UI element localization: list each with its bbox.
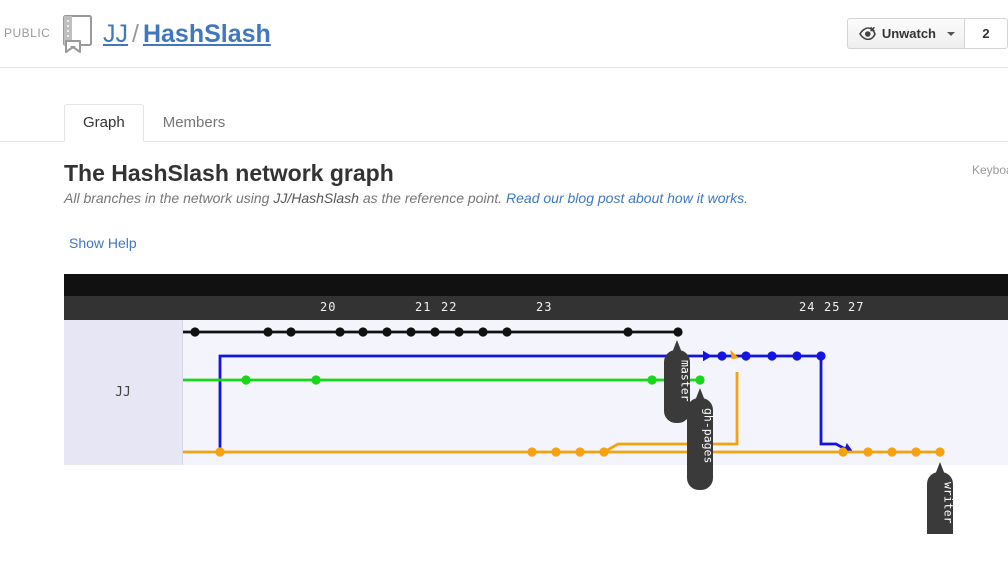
repo-header: PUBLIC JJ / HashSlash Unwatch 2 [0,0,1008,68]
commit-dot-black[interactable] [478,327,488,337]
branch-label-text: writer [942,482,956,524]
network-graph-page: PUBLIC JJ / HashSlash Unwatch 2 Graph Me… [0,0,1008,582]
commit-dot-black[interactable] [673,327,683,337]
commit-dot-black[interactable] [335,327,345,337]
commit-dot-black[interactable] [190,327,200,337]
commit-dot-blue[interactable] [767,351,777,361]
commit-dot-black[interactable] [430,327,440,337]
page-title: The HashSlash network graph [64,160,394,186]
page-subtitle: All branches in the network using JJ/Has… [64,190,748,206]
unwatch-label: Unwatch [881,26,936,41]
branch-label-gh-pages[interactable]: gh-pages [687,388,716,490]
commit-dot-orange[interactable] [887,447,897,457]
commit-dot-blue[interactable] [741,351,751,361]
repo-name-link[interactable]: HashSlash [143,20,271,48]
subtitle-mid: as the reference point. [358,190,507,206]
commit-dot-blue[interactable] [717,351,727,361]
commit-dot-blue[interactable] [792,351,802,361]
blog-post-link[interactable]: Read our blog post about how it works [506,190,744,206]
visibility-badge: PUBLIC [4,26,51,40]
tab-members[interactable]: Members [144,104,245,142]
commit-dot-orange[interactable] [599,447,609,457]
commit-dot-black[interactable] [358,327,368,337]
eye-unwatch-icon [858,27,876,40]
graph-canvas[interactable]: master gh-pages writer [64,274,1008,534]
commit-dot-orange[interactable] [863,447,873,457]
commit-dot-green[interactable] [241,375,251,385]
commit-dot-green[interactable] [647,375,657,385]
watch-count[interactable]: 2 [964,18,1008,49]
tab-bar: Graph Members [0,103,1008,142]
subtitle-repo: JJ/HashSlash [273,190,359,206]
tab-graph[interactable]: Graph [64,104,144,142]
commit-dot-black[interactable] [406,327,416,337]
commit-dot-orange[interactable] [935,447,945,457]
repo-owner-link[interactable]: JJ [103,20,128,48]
commit-dot-blue[interactable] [816,351,826,361]
branch-label-writer[interactable]: writer [927,462,956,534]
chevron-down-icon [947,31,955,36]
orange-branch-arrowhead [730,349,739,360]
repo-book-icon [63,15,92,53]
blue-merge-arrow [703,350,712,362]
commit-dot-black[interactable] [263,327,273,337]
commit-dot-black[interactable] [286,327,296,337]
commit-dot-green[interactable] [311,375,321,385]
commit-dot-orange[interactable] [527,447,537,457]
commit-dot-orange[interactable] [575,447,585,457]
commit-dot-orange[interactable] [838,447,848,457]
breadcrumb-separator: / [132,20,139,48]
watch-button-group: Unwatch 2 [846,18,1008,49]
commit-dot-black[interactable] [623,327,633,337]
commit-dot-orange[interactable] [911,447,921,457]
keyboard-shortcuts-hint[interactable]: Keyboard shortcuts [972,163,1008,177]
commit-dot-orange[interactable] [551,447,561,457]
repo-breadcrumb: JJ / HashSlash [103,18,271,50]
network-graph[interactable]: 20 21 22 23 24 25 27 JJ master gh-pages wr… [64,274,1008,534]
blue-branch-line [218,354,712,452]
commit-dot-green[interactable] [695,375,705,385]
show-help-link[interactable]: Show Help [69,235,137,251]
subtitle-prefix: All branches in the network using [64,190,274,206]
blue-branch-line-right [712,354,852,454]
commit-dot-black[interactable] [382,327,392,337]
commit-dot-black[interactable] [454,327,464,337]
branch-label-text: gh-pages [702,408,716,463]
unwatch-button[interactable]: Unwatch [846,18,964,49]
commit-dot-black[interactable] [502,327,512,337]
commit-dot-orange[interactable] [215,447,225,457]
branch-label-text: master [679,360,693,402]
subtitle-suffix: . [744,190,749,206]
